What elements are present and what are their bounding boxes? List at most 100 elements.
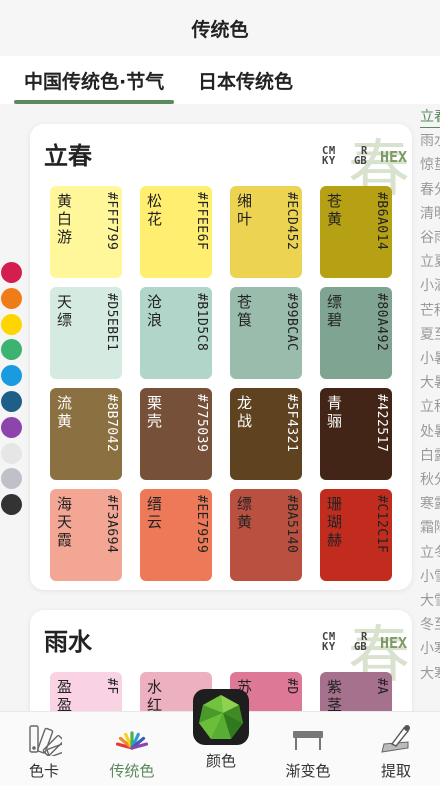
solar-term-link[interactable]: 谷雨 [420,227,440,251]
color-hex-code: #422517 [374,394,389,453]
color-name: 苍黄 [327,192,344,228]
palette-color-dot[interactable] [1,287,22,309]
solar-term-link[interactable]: 小暑 [420,348,440,372]
solar-term-link[interactable]: 秋分 [420,469,440,493]
solar-term-link[interactable]: 大暑 [420,372,440,396]
color-swatch[interactable]: 龙战 #5F4321 [230,388,302,480]
color-swatch[interactable]: 沧浪 #B1D5C8 [140,287,212,379]
nav-label: 颜色 [205,752,236,770]
color-name: 盈盈 [57,678,74,711]
color-hex-code: #ECD452 [284,192,299,251]
solar-term-link[interactable]: 大寒 [420,663,440,687]
color-swatch[interactable]: 缃叶 #ECD452 [230,186,302,278]
color-hex-code: #EE7959 [194,495,209,554]
solar-term-link[interactable]: 冬至 [420,614,440,638]
cmyk-mode-button[interactable]: CM KY [322,146,352,168]
color-name: 缙云 [147,495,164,531]
solar-term-card: 春 立春 CM KY R GB HEX 黄白游 #FFF799 松花 #FFEE6F 缃… [30,124,412,590]
cmyk-mode-button[interactable]: CM KY [322,632,352,654]
color-hex-code: #80A492 [374,293,389,352]
color-name: 天缥 [57,293,74,329]
color-name: 缃叶 [237,192,254,228]
solar-term-link[interactable]: 立冬 [420,542,440,566]
solar-term-link[interactable]: 夏至 [420,324,440,348]
nav-label: 色卡 [28,762,59,780]
solar-term-link[interactable]: 小雪 [420,566,440,590]
palette-color-dot[interactable] [1,442,22,464]
color-swatch[interactable]: 苍筤 #99BCAC [230,287,302,379]
color-swatch[interactable]: 缥黄 #BA5140 [230,489,302,581]
solar-term-link[interactable]: 春分 [420,179,440,203]
nav-colors-center-button[interactable] [193,689,249,745]
nav-label: 传统色 [109,762,155,780]
color-swatch[interactable]: 天缥 #D5EBE1 [50,287,122,379]
color-hex-code: #D5EBE1 [104,293,119,352]
palette-color-dot[interactable] [1,262,22,283]
color-name: 海天霞 [57,495,74,549]
color-hex-code: #F [104,678,119,695]
rgb-mode-button[interactable]: R GB [354,146,376,168]
color-swatch[interactable]: 流黄 #8B7042 [50,388,122,480]
color-swatch[interactable]: 盈盈 #F [50,672,122,711]
color-hex-code: #775039 [194,394,209,453]
color-hex-code: #C12C1F [374,495,389,554]
solar-term-link[interactable]: 寒露 [420,493,440,517]
color-name: 苍筤 [237,293,254,329]
hex-mode-button[interactable]: HEX [380,148,407,166]
color-name: 水红 [147,678,164,711]
solar-term-link[interactable]: 雨水 [420,130,440,154]
color-hex-code: #99BCAC [284,293,299,352]
solar-term-link[interactable]: 大雪 [420,590,440,614]
palette-color-dot[interactable] [1,313,22,335]
gem-icon [199,695,243,739]
tab-chinese-solar-terms[interactable]: 中国传统色·节气 [24,56,164,104]
solar-term-link[interactable]: 白露 [420,445,440,469]
solar-term-link[interactable]: 芒种 [420,300,440,324]
active-term-underline [420,127,440,128]
nav-color-cards[interactable]: 色卡 [0,712,88,786]
solar-term-link[interactable]: 处暑 [420,421,440,445]
color-hex-code: #B1D5C8 [194,293,209,352]
color-card-list[interactable]: 春 立春 CM KY R GB HEX 黄白游 #FFF799 松花 #FFEE6F 缃… [0,104,440,711]
nav-extract[interactable]: 提取 [352,712,440,786]
color-hex-code: #FFF799 [104,192,119,251]
nav-gradient[interactable]: 渐变色 [264,712,352,786]
palette-color-dot[interactable] [1,416,22,438]
color-fan-icon [115,731,149,750]
color-swatch[interactable]: 缥碧 #80A492 [320,287,392,379]
color-swatch[interactable]: 栗壳 #775039 [140,388,212,480]
color-hex-code: #A [374,678,389,695]
color-name: 流黄 [57,394,74,430]
card-title: 雨水 [44,628,92,656]
tab-japanese-colors[interactable]: 日本传统色 [198,56,293,104]
card-title: 立春 [44,142,92,170]
hex-mode-button[interactable]: HEX [380,634,407,652]
color-hex-code: #5F4321 [284,394,299,453]
rgb-mode-button[interactable]: R GB [354,632,376,654]
color-swatch[interactable]: 青骊 #422517 [320,388,392,480]
color-swatch[interactable]: 珊瑚赫 #C12C1F [320,489,392,581]
color-name: 松花 [147,192,164,228]
color-swatch[interactable]: 黄白游 #FFF799 [50,186,122,278]
solar-term-link[interactable]: 立夏 [420,251,440,275]
solar-term-link[interactable]: 清明 [420,203,440,227]
eyedropper-icon [381,725,410,753]
nav-traditional-colors[interactable]: 传统色 [88,712,176,786]
color-swatch[interactable]: 紫茎 #A [320,672,392,711]
color-name: 青骊 [327,394,344,430]
solar-term-index[interactable]: 立春雨水惊蛰春分清明谷雨立夏小满芒种夏至小暑大暑立秋处暑白露秋分寒露霜降立冬小雪… [420,104,440,694]
color-swatch[interactable]: 松花 #FFEE6F [140,186,212,278]
palette-color-dot[interactable] [1,391,22,412]
color-swatch[interactable]: 缙云 #EE7959 [140,489,212,581]
solar-term-link[interactable]: 立秋 [420,396,440,420]
solar-term-link[interactable]: 小寒 [420,638,440,662]
nav-label: 渐变色 [285,762,331,780]
color-mode-switch: CM KY R GB HEX [322,632,407,654]
solar-term-link[interactable]: 小满 [420,275,440,299]
color-swatch[interactable]: 苍黄 #B6A014 [320,186,392,278]
tab-bar: 中国传统色·节气 日本传统色 [0,56,440,160]
color-swatch[interactable]: 海天霞 #F3A694 [50,489,122,581]
solar-term-link[interactable]: 惊蛰 [420,154,440,178]
color-hex-code: #8B7042 [104,394,119,453]
solar-term-link[interactable]: 霜降 [420,517,440,541]
